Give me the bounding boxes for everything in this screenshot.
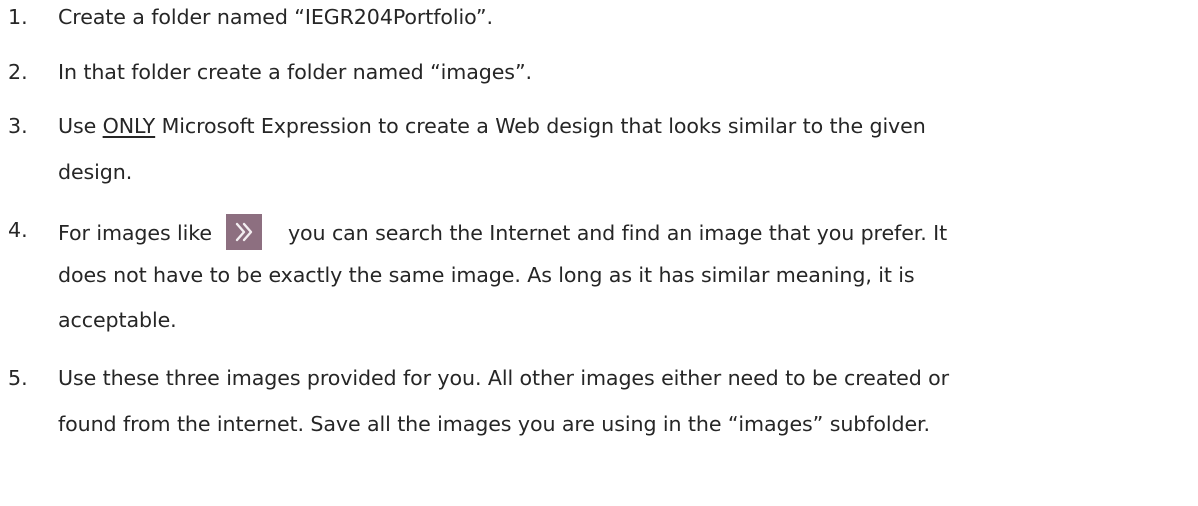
step-text-line-1: Use ONLY Microsoft Expression to create … <box>58 112 926 140</box>
step-number: 5. <box>8 366 28 390</box>
step-text-prefix: For images like <box>58 221 212 245</box>
step-number: 4. <box>8 218 28 242</box>
step-number: 3. <box>8 114 28 138</box>
emphasis-underlined: ONLY <box>102 114 156 138</box>
step-text-line-1: Use these three images provided for you.… <box>58 366 950 390</box>
step-text: In that folder create a folder named “im… <box>58 60 532 84</box>
step-number: 2. <box>8 60 28 84</box>
step-text-line-2: does not have to be exactly the same ima… <box>58 263 915 287</box>
step-text-line-1: For images like you can search the Intern… <box>58 214 948 252</box>
double-chevron-right-icon <box>225 214 262 250</box>
step-text-line-2: design. <box>58 160 133 184</box>
step-text-prefix: Use <box>58 114 103 138</box>
step-number: 1. <box>8 5 28 29</box>
step-text-line-3: acceptable. <box>58 308 177 332</box>
instruction-document: 1. Create a folder named “IEGR204Portfol… <box>0 0 1198 506</box>
step-text-line-2: found from the internet. Save all the im… <box>58 412 930 436</box>
step-text-rest: you can search the Internet and find an … <box>287 221 948 245</box>
step-text: Create a folder named “IEGR204Portfolio”… <box>58 5 493 29</box>
step-text-rest: Microsoft Expression to create a Web des… <box>155 114 926 138</box>
